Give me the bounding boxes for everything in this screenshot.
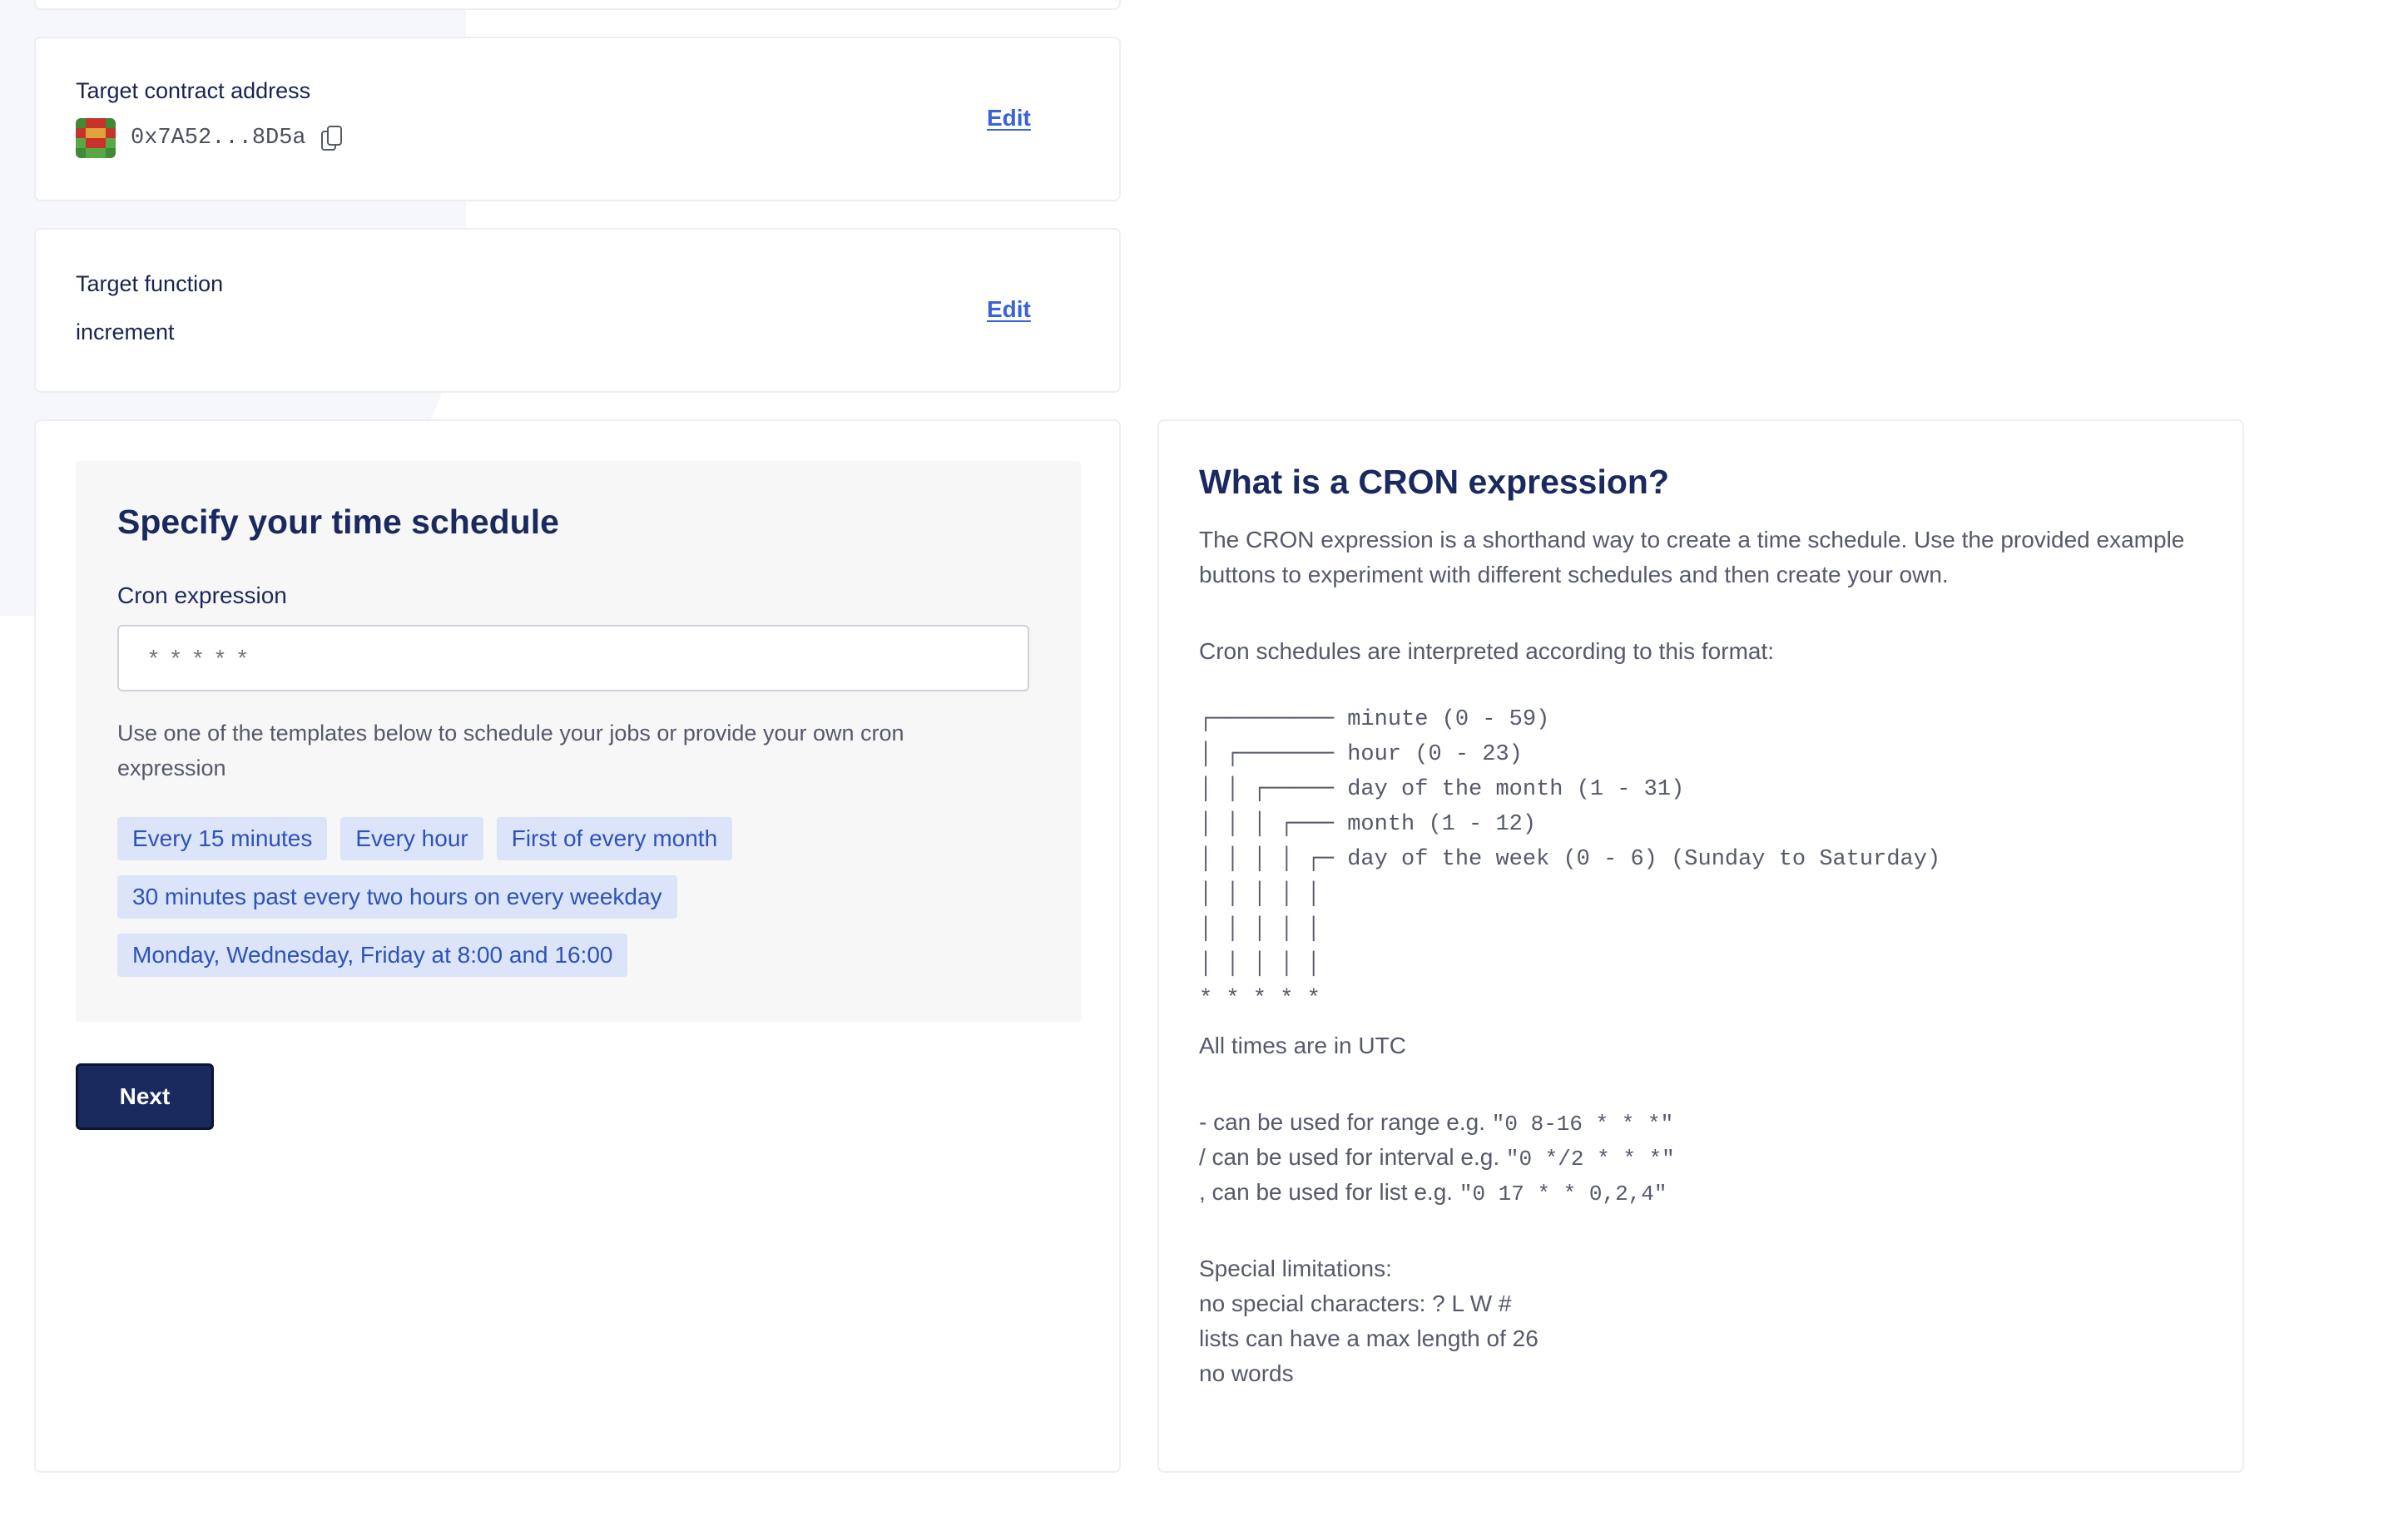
utc-note: All times are in UTC xyxy=(1199,1033,1406,1058)
template-row: Monday, Wednesday, Friday at 8:00 and 16… xyxy=(117,934,1066,977)
list-example: "0 17 * * 0,2,4" xyxy=(1459,1182,1667,1206)
template-mon-wed-fri[interactable]: Monday, Wednesday, Friday at 8:00 and 16… xyxy=(117,934,628,977)
contract-avatar xyxy=(76,118,116,158)
contract-address: 0x7A52...8D5a xyxy=(131,126,306,151)
template-first-of-every-month[interactable]: First of every month xyxy=(496,817,733,860)
next-button[interactable]: Next xyxy=(76,1063,214,1130)
template-help-text: Use one of the templates below to schedu… xyxy=(117,721,904,780)
template-row: 30 minutes past every two hours on every… xyxy=(117,875,1066,919)
schedule-title: Specify your time schedule xyxy=(117,503,559,541)
edit-contract-link[interactable]: Edit xyxy=(987,105,1031,131)
template-chips: Every 15 minutes Every hour First of eve… xyxy=(117,817,1066,992)
target-function-card: Target function increment Edit xyxy=(34,228,1121,393)
template-every-15-minutes[interactable]: Every 15 minutes xyxy=(117,817,328,860)
interval-rule: / can be used for interval e.g. "0 */2 *… xyxy=(1199,1140,1675,1177)
cron-info-title: What is a CRON expression? xyxy=(1199,463,1670,501)
previous-card xyxy=(34,0,1121,10)
target-function-label: Target function xyxy=(76,271,224,296)
template-every-hour[interactable]: Every hour xyxy=(340,817,483,860)
limitation-item: lists can have a max length of 26 xyxy=(1199,1325,1538,1351)
range-rule-text: - can be used for range e.g. xyxy=(1199,1109,1492,1135)
contract-address-row: 0x7A52...8D5a xyxy=(76,118,343,158)
list-rule-text: , can be used for list e.g. xyxy=(1199,1179,1459,1205)
cron-format-diagram: ┌───────── minute (0 - 59) │ ┌─────── ho… xyxy=(1199,707,1941,1012)
edit-function-link[interactable]: Edit xyxy=(987,296,1031,323)
template-row: Every 15 minutes Every hour First of eve… xyxy=(117,817,1066,860)
range-example: "0 8-16 * * *" xyxy=(1491,1112,1674,1137)
schedule-card: Specify your time schedule Cron expressi… xyxy=(34,419,1121,1473)
cron-expression-input[interactable] xyxy=(117,625,1029,691)
limitation-item: no words xyxy=(1199,1360,1294,1386)
schedule-panel: Specify your time schedule Cron expressi… xyxy=(76,461,1081,1022)
list-rule: , can be used for list e.g. "0 17 * * 0,… xyxy=(1199,1175,1667,1211)
target-contract-label: Target contract address xyxy=(76,78,311,103)
target-contract-card: Target contract address 0x7A52...8D5a Ed… xyxy=(34,37,1121,201)
template-30-min-past-two-hours-weekday[interactable]: 30 minutes past every two hours on every… xyxy=(117,875,677,919)
copy-icon[interactable] xyxy=(320,126,343,151)
cron-info-intro: The CRON expression is a shorthand way t… xyxy=(1199,527,2185,587)
cron-expression-label: Cron expression xyxy=(117,582,287,608)
limitation-item: no special characters: ? L W # xyxy=(1199,1291,1512,1316)
target-function-value: increment xyxy=(76,320,175,344)
limitations-title: Special limitations: xyxy=(1199,1256,1392,1281)
cron-info-card: What is a CRON expression? The CRON expr… xyxy=(1157,419,2244,1473)
cron-format-intro: Cron schedules are interpreted according… xyxy=(1199,638,1775,664)
range-rule: - can be used for range e.g. "0 8-16 * *… xyxy=(1199,1105,1673,1142)
interval-example: "0 */2 * * *" xyxy=(1505,1147,1675,1172)
interval-rule-text: / can be used for interval e.g. xyxy=(1199,1144,1506,1170)
